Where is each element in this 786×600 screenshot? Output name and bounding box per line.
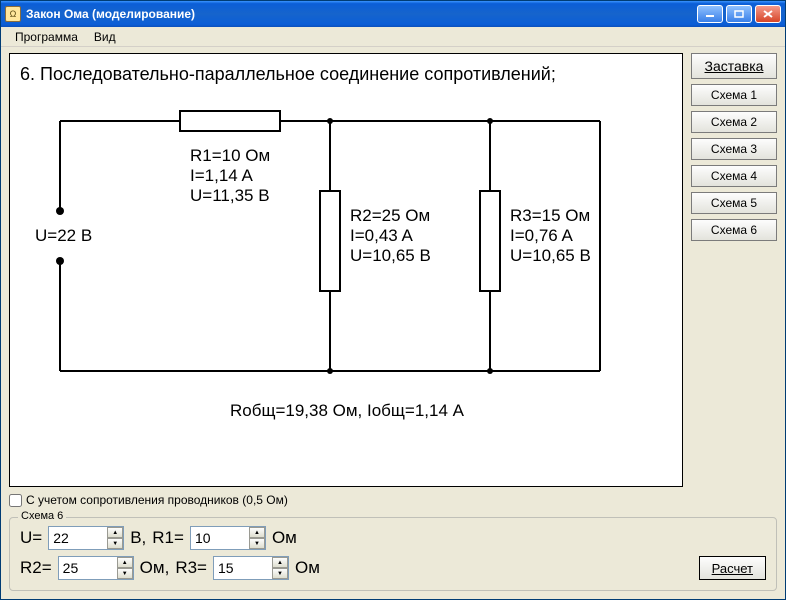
label-r3-3: U=10,65 В bbox=[510, 246, 591, 265]
label-r1-1: R1=10 Ом bbox=[190, 146, 270, 165]
r3-spin-up[interactable]: ▲ bbox=[272, 557, 288, 568]
r1-spinner: ▲ ▼ bbox=[190, 526, 266, 550]
u-input[interactable] bbox=[49, 527, 107, 549]
scheme-6-button[interactable]: Схема 6 bbox=[691, 219, 777, 241]
scheme-5-button[interactable]: Схема 5 bbox=[691, 192, 777, 214]
calculate-button[interactable]: Расчет bbox=[699, 556, 766, 580]
circuit-panel: 6. Последовательно-параллельное соединен… bbox=[9, 53, 683, 487]
inputs-group: Схема 6 U= ▲ ▼ В, R1= bbox=[9, 517, 777, 591]
sidebar: Заставка Схема 1 Схема 2 Схема 3 Схема 4… bbox=[691, 53, 777, 487]
u-label: U= bbox=[20, 528, 42, 548]
r2-input[interactable] bbox=[59, 557, 117, 579]
label-r3-1: R3=15 Ом bbox=[510, 206, 590, 225]
r2-label: R2= bbox=[20, 558, 52, 578]
maximize-button[interactable] bbox=[726, 5, 752, 23]
label-r3-2: I=0,76 A bbox=[510, 226, 574, 245]
r3-unit: Ом bbox=[295, 558, 320, 578]
menubar: Программа Вид bbox=[1, 27, 785, 47]
menu-view[interactable]: Вид bbox=[86, 28, 124, 46]
u-spin-down[interactable]: ▼ bbox=[107, 538, 123, 549]
r3-spin-down[interactable]: ▼ bbox=[272, 568, 288, 579]
label-r2-2: I=0,43 A bbox=[350, 226, 414, 245]
titlebar: Ω Закон Ома (моделирование) bbox=[1, 1, 785, 27]
menu-program[interactable]: Программа bbox=[7, 28, 86, 46]
u-spinner: ▲ ▼ bbox=[48, 526, 124, 550]
label-r2-3: U=10,65 В bbox=[350, 246, 431, 265]
minimize-button[interactable] bbox=[697, 5, 723, 23]
label-r1-2: I=1,14 A bbox=[190, 166, 254, 185]
label-r2-1: R2=25 Ом bbox=[350, 206, 430, 225]
r1-label: R1= bbox=[152, 528, 184, 548]
label-usrc: U=22 В bbox=[35, 226, 92, 245]
wire-resistance-row: С учетом сопротивления проводников (0,5 … bbox=[9, 491, 777, 509]
r3-label: R3= bbox=[175, 558, 207, 578]
scheme-3-button[interactable]: Схема 3 bbox=[691, 138, 777, 160]
label-r1-3: U=11,35 В bbox=[190, 186, 270, 205]
u-unit: В, bbox=[130, 528, 146, 548]
r3-input[interactable] bbox=[214, 557, 272, 579]
app-window: Ω Закон Ома (моделирование) Программа Ви… bbox=[0, 0, 786, 600]
r2-spinner: ▲ ▼ bbox=[58, 556, 134, 580]
r2-spin-up[interactable]: ▲ bbox=[117, 557, 133, 568]
circuit-title: 6. Последовательно-параллельное соединен… bbox=[20, 64, 672, 85]
close-button[interactable] bbox=[755, 5, 781, 23]
splash-button[interactable]: Заставка bbox=[691, 53, 777, 79]
scheme-2-button[interactable]: Схема 2 bbox=[691, 111, 777, 133]
r3-spinner: ▲ ▼ bbox=[213, 556, 289, 580]
scheme-1-button[interactable]: Схема 1 bbox=[691, 84, 777, 106]
u-spin-up[interactable]: ▲ bbox=[107, 527, 123, 538]
r1-spin-up[interactable]: ▲ bbox=[249, 527, 265, 538]
client-area: 6. Последовательно-параллельное соединен… bbox=[1, 47, 785, 599]
r1-unit: Ом bbox=[272, 528, 297, 548]
app-icon: Ω bbox=[5, 6, 21, 22]
r1-spin-down[interactable]: ▼ bbox=[249, 538, 265, 549]
circuit-diagram: U=22 В R1=10 Ом I=1,14 A U=11,35 В R2=25… bbox=[20, 91, 640, 431]
wire-resistance-checkbox[interactable] bbox=[9, 494, 22, 507]
inputs-group-legend: Схема 6 bbox=[18, 510, 66, 522]
label-totals: Rобщ=19,38 Ом, Iобщ=1,14 А bbox=[230, 401, 465, 420]
wire-resistance-label: С учетом сопротивления проводников (0,5 … bbox=[26, 493, 288, 507]
r1-input[interactable] bbox=[191, 527, 249, 549]
window-title: Закон Ома (моделирование) bbox=[26, 7, 697, 21]
r2-unit: Ом, bbox=[140, 558, 170, 578]
scheme-4-button[interactable]: Схема 4 bbox=[691, 165, 777, 187]
r2-spin-down[interactable]: ▼ bbox=[117, 568, 133, 579]
